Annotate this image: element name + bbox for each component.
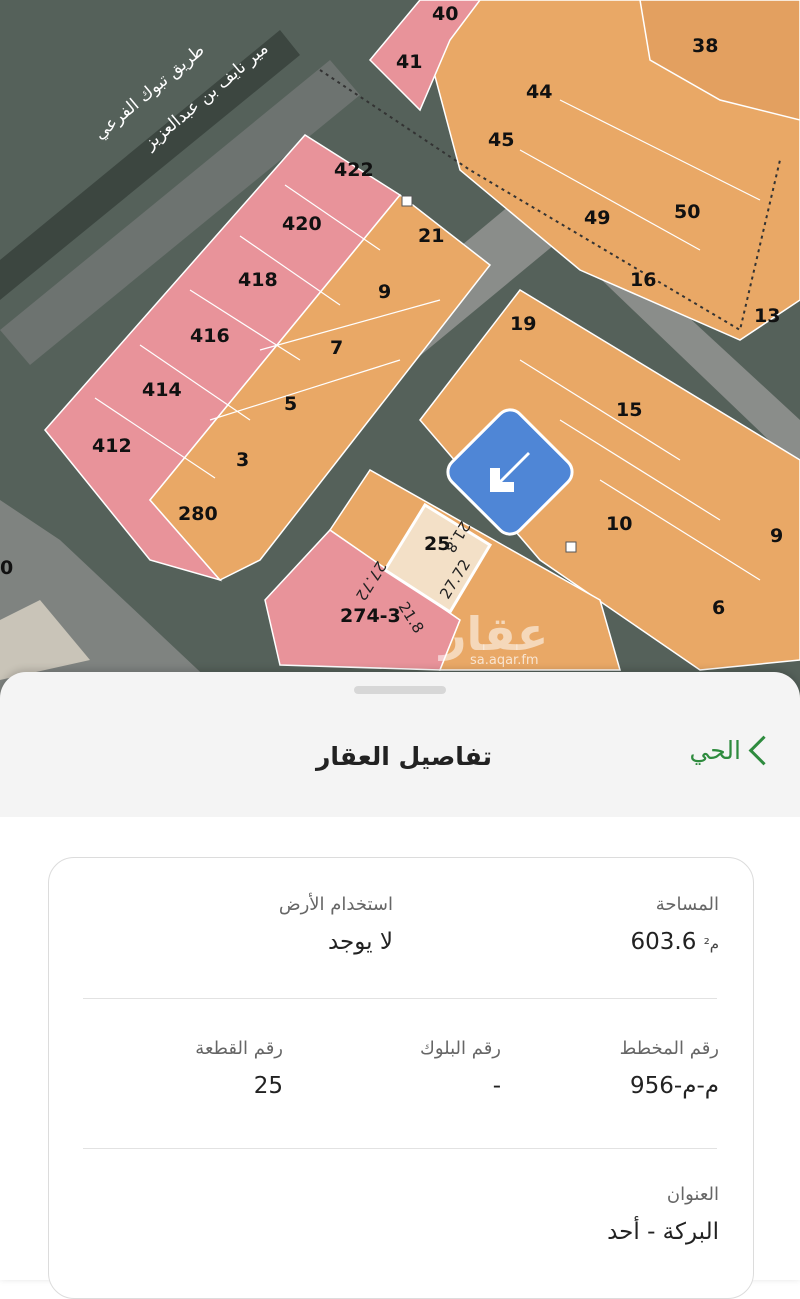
area-value: 603.6 xyxy=(630,929,697,955)
property-details-card: المساحة م² 603.6 استخدام الأرض لا يوجد ر… xyxy=(48,857,754,1299)
drag-handle[interactable] xyxy=(354,686,446,694)
land-use-cell: استخدام الأرض لا يوجد xyxy=(279,894,393,955)
divider xyxy=(83,998,717,999)
plan-label: رقم المخطط xyxy=(619,1038,719,1059)
sheet-header: تفاصيل العقار الحي xyxy=(0,712,800,817)
plot-label: 40 xyxy=(432,3,458,25)
block-cell: رقم البلوك - xyxy=(420,1038,501,1099)
plot-label: 13 xyxy=(754,305,780,327)
area-unit: م² xyxy=(703,935,719,953)
address-value: البركة - أحد xyxy=(607,1219,719,1245)
parcel-cell: رقم القطعة 25 xyxy=(195,1038,283,1099)
land-use-label: استخدام الأرض xyxy=(278,894,393,915)
plot-label: 416 xyxy=(190,325,230,347)
divider xyxy=(83,1148,717,1149)
plot-label: 49 xyxy=(584,207,610,229)
sheet-body: المساحة م² 603.6 استخدام الأرض لا يوجد ر… xyxy=(0,817,800,1299)
plot-label: 38 xyxy=(692,35,718,57)
back-button[interactable]: الحي xyxy=(689,735,779,766)
plot-label: 9 xyxy=(378,281,391,303)
plot-label: 422 xyxy=(334,159,374,181)
plot-label: 6 xyxy=(712,597,725,619)
parcel-label: رقم القطعة xyxy=(195,1038,283,1059)
plot-label: 280 xyxy=(178,503,218,525)
plot-label: 412 xyxy=(92,435,132,457)
block-label: رقم البلوك xyxy=(419,1038,501,1059)
block-value: - xyxy=(492,1073,501,1099)
chevron-left-icon xyxy=(748,735,779,766)
plot-label: 414 xyxy=(142,379,182,401)
back-label: الحي xyxy=(689,736,741,765)
plot-label: 418 xyxy=(238,269,278,291)
plot-label: 5 xyxy=(284,393,297,415)
watermark-url: sa.aqar.fm xyxy=(470,653,539,668)
address-cell: العنوان البركة - أحد xyxy=(607,1184,719,1245)
area-cell: المساحة م² 603.6 xyxy=(631,894,719,955)
land-use-value: لا يوجد xyxy=(327,929,393,955)
address-label: العنوان xyxy=(666,1184,719,1205)
area-label: المساحة xyxy=(655,894,719,915)
page-title: تفاصيل العقار xyxy=(316,742,492,771)
plot-label: 45 xyxy=(488,129,514,151)
plot-label: 41 xyxy=(396,51,422,73)
plot-label: 15 xyxy=(616,399,642,421)
plot-label: 9 xyxy=(770,525,783,547)
plan-cell: رقم المخطط 956-م-م xyxy=(620,1038,719,1099)
plot-label: 50 xyxy=(674,201,700,223)
plot-label: 7 xyxy=(330,337,343,359)
map-canvas[interactable]: طريق تبوك الفرعي مير نايف بن عبدالعزيز 4… xyxy=(0,0,800,700)
plot-label: 16 xyxy=(630,269,656,291)
plot-label: 10 xyxy=(606,513,632,535)
plot-label: 0 xyxy=(0,557,13,579)
plot-label: 420 xyxy=(282,213,322,235)
plot-label: 3 xyxy=(236,449,249,471)
parcel-value: 25 xyxy=(253,1073,283,1099)
map-view[interactable]: طريق تبوك الفرعي مير نايف بن عبدالعزيز 4… xyxy=(0,0,800,700)
plot-label: 274-3 xyxy=(340,605,401,627)
plot-label: 44 xyxy=(526,81,552,103)
details-sheet: تفاصيل العقار الحي المساحة م² 603.6 استخ… xyxy=(0,672,800,1299)
plot-label: 19 xyxy=(510,313,536,335)
plan-value: 956-م-م xyxy=(630,1073,719,1099)
plot-label: 21 xyxy=(418,225,444,247)
area-value-row: م² 603.6 xyxy=(631,929,719,955)
